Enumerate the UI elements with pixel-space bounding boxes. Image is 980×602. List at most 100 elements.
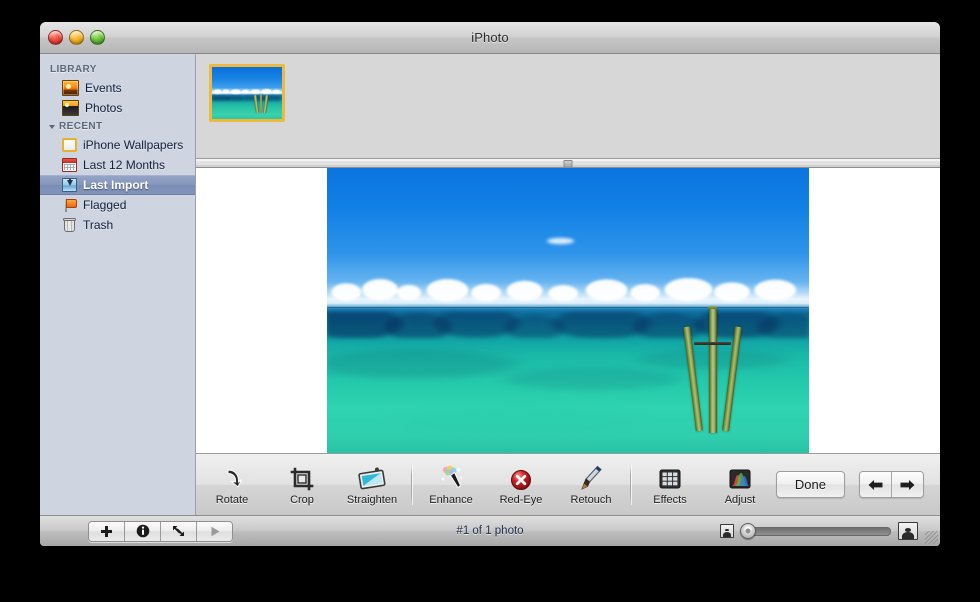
- rotate-tool[interactable]: Rotate: [206, 464, 258, 506]
- plus-icon: [100, 525, 113, 538]
- play-icon: [208, 525, 222, 538]
- straighten-label: Straighten: [346, 493, 398, 506]
- screen: iPhoto LIBRARY Events Photos RECENT iPho…: [0, 0, 980, 602]
- rotate-icon: [219, 464, 245, 492]
- sidebar-item-photos-label: Photos: [85, 101, 123, 115]
- sidebar-section-library: LIBRARY: [40, 61, 195, 78]
- flag-icon: [62, 198, 77, 212]
- thumbnail-size-control: [720, 522, 932, 540]
- adjust-histogram-icon: [727, 464, 753, 492]
- retouch-tool[interactable]: Retouch: [565, 464, 617, 506]
- calendar-icon: [62, 158, 77, 172]
- red-eye-icon: [508, 464, 534, 492]
- adjust-label: Adjust: [724, 493, 756, 506]
- adjust-tool[interactable]: Adjust: [714, 464, 766, 506]
- toolbar-right-controls: Done: [775, 471, 930, 498]
- arrow-left-icon: [867, 478, 884, 492]
- info-button[interactable]: [124, 521, 160, 541]
- edit-tool-group-geometry: Rotate Crop Straighten: [206, 464, 398, 506]
- photo-high-cloud: [539, 236, 583, 247]
- photo-viewer: [196, 168, 940, 453]
- trash-icon: [62, 218, 77, 232]
- effects-grid-icon: [657, 464, 683, 492]
- sidebar-section-recent[interactable]: RECENT: [40, 118, 195, 135]
- next-photo-button[interactable]: [891, 472, 923, 497]
- info-icon: [136, 524, 150, 538]
- photo-navigation: [859, 471, 924, 498]
- status-bar: #1 of 1 photo: [40, 515, 940, 546]
- toolbar-divider-1: [411, 464, 412, 505]
- previous-photo-button[interactable]: [860, 472, 891, 497]
- iphoto-window: iPhoto LIBRARY Events Photos RECENT iPho…: [40, 22, 940, 546]
- small-thumbnail-icon[interactable]: [720, 524, 734, 538]
- done-button[interactable]: Done: [775, 471, 845, 498]
- minimize-button[interactable]: [69, 30, 84, 45]
- straighten-icon: [357, 464, 387, 492]
- slideshow-button[interactable]: [196, 521, 232, 541]
- thumbnail-browser: [196, 54, 940, 158]
- main-photo[interactable]: [327, 168, 809, 453]
- effects-tool[interactable]: Effects: [644, 464, 696, 506]
- sidebar-item-trash-label: Trash: [83, 218, 114, 232]
- window-body: LIBRARY Events Photos RECENT iPhone Wall: [40, 54, 940, 515]
- rotate-label: Rotate: [215, 493, 249, 506]
- fullscreen-button[interactable]: [160, 521, 196, 541]
- retouch-brush-icon: [578, 464, 604, 492]
- thumbnail-size-slider[interactable]: [740, 523, 891, 539]
- sidebar-item-iphone-wallpapers[interactable]: iPhone Wallpapers: [40, 135, 195, 155]
- sidebar-item-last-12-months[interactable]: Last 12 Months: [40, 155, 195, 175]
- thumbnail-piling-2: [259, 94, 263, 113]
- sidebar-item-last-import[interactable]: Last Import: [40, 175, 195, 195]
- arrow-right-icon: [899, 478, 916, 492]
- crop-label: Crop: [290, 493, 314, 506]
- sidebar-item-flagged[interactable]: Flagged: [40, 195, 195, 215]
- sidebar-item-photos[interactable]: Photos: [40, 98, 195, 118]
- photo-horizon-line: [327, 306, 809, 308]
- straighten-tool[interactable]: Straighten: [346, 464, 398, 506]
- photos-icon: [62, 100, 79, 116]
- zoom-button[interactable]: [90, 30, 105, 45]
- photo-piling-center: [708, 307, 717, 434]
- edit-toolbar: Rotate Crop Straighten Enhance Red-Eye R…: [196, 453, 940, 515]
- crop-icon: [289, 464, 315, 492]
- thumbnail-photo: [212, 67, 282, 119]
- close-button[interactable]: [48, 30, 63, 45]
- sidebar-section-library-label: LIBRARY: [50, 64, 97, 75]
- sidebar: LIBRARY Events Photos RECENT iPhone Wall: [40, 54, 196, 515]
- sidebar-section-recent-label: RECENT: [59, 121, 103, 132]
- photo-piling-brace: [694, 341, 731, 345]
- enhance-label: Enhance: [429, 493, 473, 506]
- sidebar-item-iphone-wallpapers-label: iPhone Wallpapers: [83, 138, 184, 152]
- album-icon: [62, 138, 77, 152]
- events-icon: [62, 80, 79, 96]
- effects-label: Effects: [653, 493, 687, 506]
- thumbnail-clouds: [212, 87, 282, 95]
- sidebar-item-last-12-months-label: Last 12 Months: [83, 158, 166, 172]
- red-eye-tool[interactable]: Red-Eye: [495, 464, 547, 506]
- red-eye-label: Red-Eye: [499, 493, 543, 506]
- add-button[interactable]: [89, 521, 124, 541]
- sidebar-item-trash[interactable]: Trash: [40, 215, 195, 235]
- splitter-handle[interactable]: [563, 160, 573, 168]
- retouch-label: Retouch: [570, 493, 612, 506]
- pane-splitter[interactable]: [196, 158, 940, 168]
- enhance-tool[interactable]: Enhance: [425, 464, 477, 506]
- thumbnail-reef: [212, 96, 282, 101]
- window-controls: [48, 30, 105, 45]
- sidebar-item-events[interactable]: Events: [40, 78, 195, 98]
- sidebar-item-last-import-label: Last Import: [83, 178, 149, 192]
- chevron-down-icon: [49, 124, 55, 129]
- status-bar-buttons: [88, 520, 233, 542]
- large-thumbnail-icon[interactable]: [898, 522, 918, 540]
- window-title: iPhoto: [471, 30, 509, 45]
- photo-cloud-band: [327, 270, 809, 302]
- edit-tool-group-correction: Enhance Red-Eye Retouch: [425, 464, 617, 506]
- sidebar-item-events-label: Events: [85, 81, 122, 95]
- thumbnail-item[interactable]: [209, 64, 285, 122]
- photo-piling-cap: [707, 305, 717, 309]
- slider-thumb[interactable]: [740, 523, 756, 539]
- import-icon: [62, 178, 77, 192]
- sidebar-item-flagged-label: Flagged: [83, 198, 127, 212]
- fullscreen-icon: [171, 524, 186, 538]
- crop-tool[interactable]: Crop: [276, 464, 328, 506]
